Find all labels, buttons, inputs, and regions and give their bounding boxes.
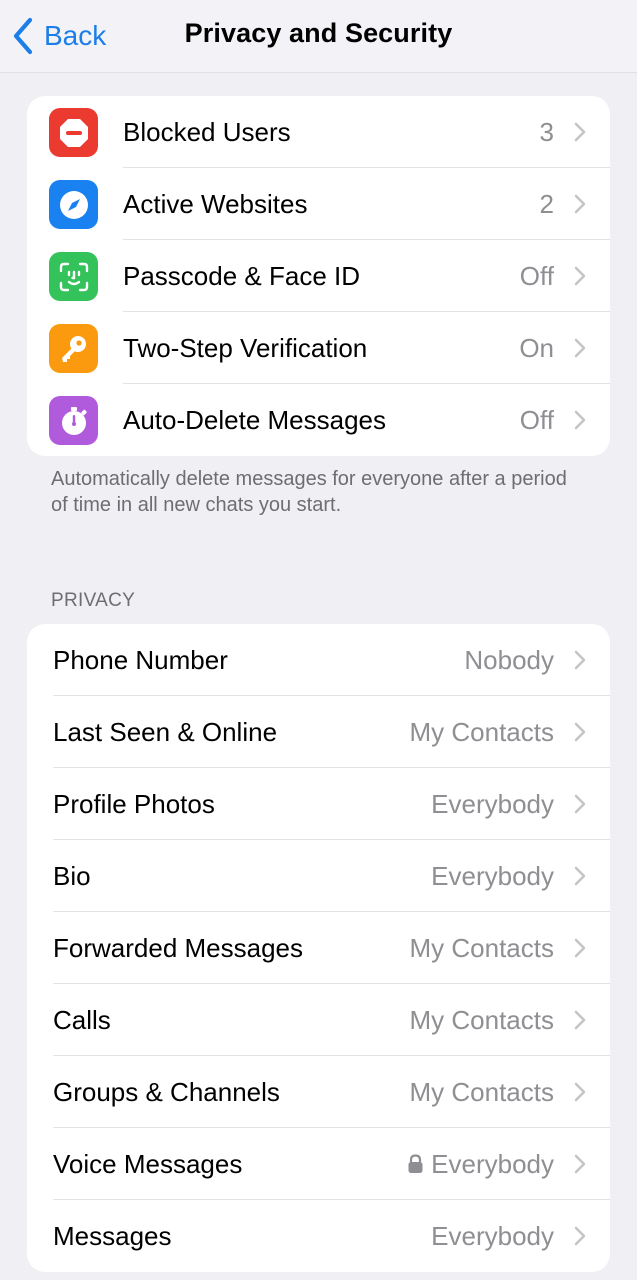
lock-icon [408,1154,423,1173]
groups-channels-row[interactable]: Groups & Channels My Contacts [27,1056,610,1128]
navigation-bar: Back Privacy and Security [0,0,637,73]
row-label: Calls [53,1004,111,1035]
row-label: Groups & Channels [53,1076,280,1107]
chevron-right-icon [574,1226,586,1246]
row-label: Voice Messages [53,1148,243,1179]
blocked-icon [49,108,98,157]
active-websites-row[interactable]: Active Websites 2 [27,168,610,240]
row-value: My Contacts [409,932,555,963]
bio-row[interactable]: Bio Everybody [27,840,610,912]
chevron-right-icon [574,938,586,958]
row-value: My Contacts [409,716,555,747]
voice-messages-row[interactable]: Voice Messages Everybody [27,1128,610,1200]
row-value: My Contacts [409,1076,555,1107]
chevron-right-icon [574,722,586,742]
blocked-users-row[interactable]: Blocked Users 3 [27,96,610,168]
privacy-section-header: PRIVACY [51,590,136,611]
row-value: On [519,332,554,363]
row-value: Nobody [464,644,554,675]
row-value-container: Everybody [407,1149,554,1180]
row-value: Everybody [431,1148,554,1179]
chevron-right-icon [574,1154,586,1174]
row-label: Passcode & Face ID [123,260,360,291]
chevron-right-icon [574,866,586,886]
page-title: Privacy and Security [184,18,453,48]
chevron-right-icon [574,266,586,286]
chevron-right-icon [574,194,586,214]
chevron-right-icon [574,794,586,814]
passcode-face-id-row[interactable]: Passcode & Face ID Off [27,240,610,312]
phone-number-row[interactable]: Phone Number Nobody [27,624,610,696]
chevron-right-icon [574,1082,586,1102]
chevron-right-icon [574,650,586,670]
row-label: Two-Step Verification [123,332,368,363]
row-value: Everybody [431,860,554,891]
last-seen-online-row[interactable]: Last Seen & Online My Contacts [27,696,610,768]
row-label: Active Websites [123,188,308,219]
calls-row[interactable]: Calls My Contacts [27,984,610,1056]
row-value: Everybody [431,1220,554,1251]
compass-icon [49,180,98,229]
row-value: My Contacts [409,1004,555,1035]
row-label: Auto-Delete Messages [123,404,387,435]
forwarded-messages-row[interactable]: Forwarded Messages My Contacts [27,912,610,984]
face-id-icon [49,252,98,301]
row-label: Bio [53,860,91,891]
row-label: Phone Number [53,644,228,675]
chevron-right-icon [574,410,586,430]
messages-row[interactable]: Messages Everybody [27,1200,610,1272]
row-label: Forwarded Messages [53,932,303,963]
timer-icon [49,396,98,445]
privacy-settings-group: Phone Number Nobody Last Seen & Online M… [27,624,610,1272]
row-value: Off [519,260,554,291]
row-value: 3 [539,116,554,147]
row-value: 2 [539,188,554,219]
auto-delete-footer-note: Automatically delete messages for everyo… [51,468,567,516]
chevron-right-icon [574,338,586,358]
row-label: Profile Photos [53,788,215,819]
auto-delete-messages-row[interactable]: Auto-Delete Messages Off [27,384,610,456]
chevron-right-icon [574,1010,586,1030]
chevron-right-icon [574,122,586,142]
row-value: Off [519,404,554,435]
row-value: Everybody [431,788,554,819]
row-label: Messages [53,1220,172,1251]
profile-photos-row[interactable]: Profile Photos Everybody [27,768,610,840]
row-label: Blocked Users [123,116,291,147]
two-step-verification-row[interactable]: Two-Step Verification On [27,312,610,384]
key-icon [49,324,98,373]
row-label: Last Seen & Online [53,716,278,747]
security-settings-group: Blocked Users 3 Active Websites 2 Passco… [27,96,610,456]
